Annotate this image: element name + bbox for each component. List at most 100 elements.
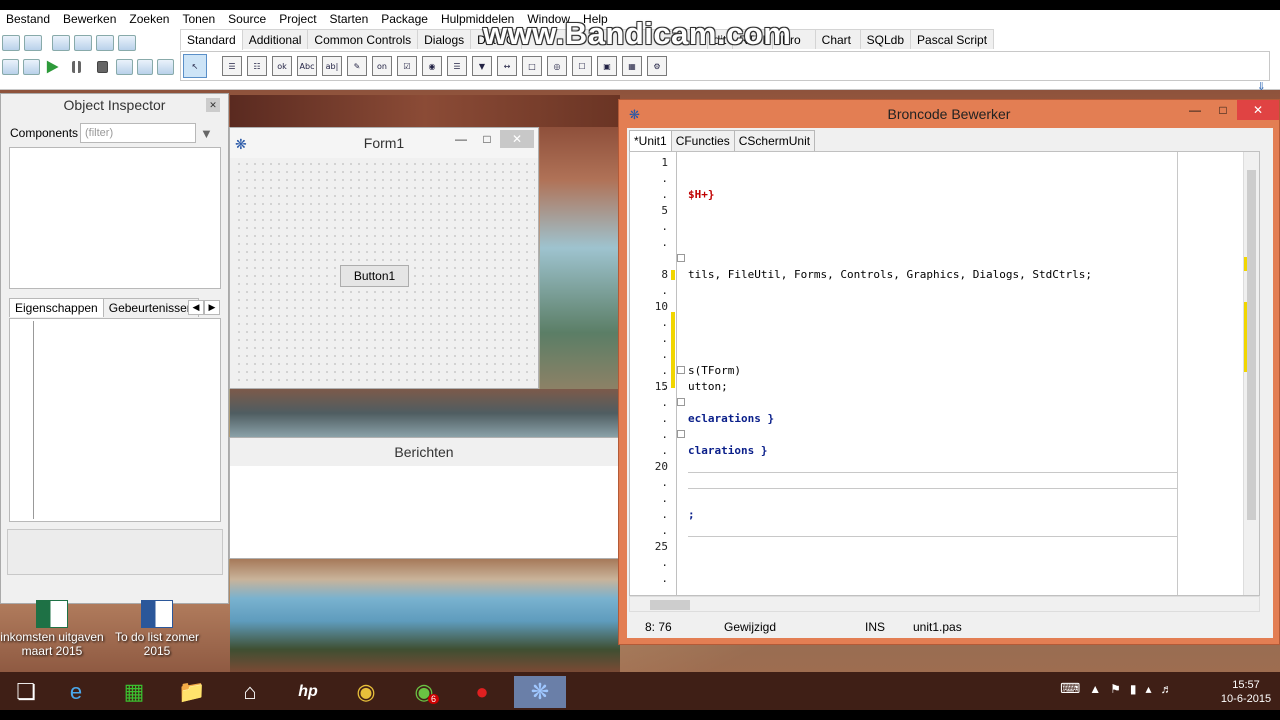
tab-cschermunit[interactable]: CSchermUnit bbox=[733, 130, 816, 151]
tgroupbox-icon[interactable]: □ bbox=[522, 56, 542, 76]
scrollbar-thumb[interactable] bbox=[650, 600, 690, 610]
battery-icon[interactable]: ▮ bbox=[1130, 682, 1137, 696]
close-icon[interactable]: ✕ bbox=[500, 130, 534, 148]
maximize-icon[interactable]: □ bbox=[1209, 100, 1237, 120]
run-icon[interactable] bbox=[46, 60, 59, 74]
code-editor[interactable]: 1 . . 5 . . 8 . 10 . . . . . 15 . . . . … bbox=[629, 151, 1260, 596]
new-unit-icon[interactable] bbox=[2, 35, 20, 51]
taskbar-clock[interactable]: 15:57 10-6-2015 bbox=[1216, 678, 1276, 706]
tab-cfuncties[interactable]: CFuncties bbox=[670, 130, 735, 151]
pause-icon[interactable] bbox=[72, 61, 82, 73]
tedit-icon[interactable]: ab| bbox=[322, 56, 342, 76]
menu-project[interactable]: Project bbox=[279, 12, 316, 26]
desktop-icon-excel[interactable]: inkomsten uitgaven maart 2015 bbox=[0, 600, 107, 658]
property-grid-divider[interactable] bbox=[33, 321, 34, 519]
tab-chart[interactable]: Chart bbox=[814, 29, 861, 49]
tactionlist-icon[interactable]: ⚙ bbox=[647, 56, 667, 76]
home-icon[interactable]: ⌂ bbox=[224, 676, 276, 708]
tab-standard[interactable]: Standard bbox=[180, 29, 243, 50]
form1-title-bar[interactable]: ❋ Form1 — □ ✕ bbox=[230, 128, 538, 158]
tradiogroup-icon[interactable]: ◎ bbox=[547, 56, 567, 76]
select-cursor-icon[interactable]: ↖ bbox=[183, 54, 207, 78]
chevron-left-icon[interactable]: ◀ bbox=[188, 300, 204, 315]
flag-icon[interactable]: ⚑ bbox=[1110, 682, 1121, 696]
step-into-icon[interactable] bbox=[115, 59, 133, 75]
editor-horizontal-scrollbar[interactable] bbox=[629, 596, 1260, 612]
keyboard-icon[interactable]: ⌨ bbox=[1060, 680, 1080, 697]
form1-window[interactable]: ❋ Form1 — □ ✕ Button1 bbox=[229, 127, 539, 389]
palette-scroll-down-icon[interactable]: ⇓ bbox=[1257, 80, 1266, 93]
tlistbox-icon[interactable]: ☰ bbox=[447, 56, 467, 76]
clear-filter-icon[interactable]: ▼ bbox=[200, 126, 213, 141]
windows-start-icon[interactable]: ❏ bbox=[0, 676, 52, 708]
tab-additional[interactable]: Additional bbox=[241, 29, 309, 49]
property-grid-scrollbar[interactable] bbox=[208, 321, 218, 519]
button1[interactable]: Button1 bbox=[340, 265, 409, 287]
fold-marker-icon[interactable] bbox=[677, 430, 685, 438]
chevron-up-icon[interactable]: ▲ bbox=[1089, 682, 1101, 696]
minimize-icon[interactable]: — bbox=[448, 130, 474, 148]
fold-marker-icon[interactable] bbox=[677, 398, 685, 406]
menu-tonen[interactable]: Tonen bbox=[182, 12, 215, 26]
menu-bewerken[interactable]: Bewerken bbox=[63, 12, 116, 26]
tab-gebeurtenissen[interactable]: Gebeurtenissen bbox=[102, 298, 200, 317]
tab-dialogs[interactable]: Dialogs bbox=[417, 29, 472, 49]
close-icon[interactable]: ✕ bbox=[1237, 100, 1279, 120]
maximize-icon[interactable]: □ bbox=[474, 130, 500, 148]
bandicam-record-icon[interactable]: ● bbox=[456, 676, 508, 708]
fold-marker-icon[interactable] bbox=[677, 254, 685, 262]
tab-unit1[interactable]: *Unit1 bbox=[629, 130, 672, 151]
volume-icon[interactable]: ♬ bbox=[1161, 682, 1173, 696]
form-designer-grid[interactable]: Button1 bbox=[233, 158, 535, 386]
view-forms-icon[interactable] bbox=[22, 59, 40, 75]
new-form-icon[interactable] bbox=[24, 35, 42, 51]
tframe-icon[interactable]: ▦ bbox=[622, 56, 642, 76]
component-tree[interactable] bbox=[9, 147, 221, 289]
file-explorer-icon[interactable]: 📁 bbox=[166, 676, 218, 708]
tcheckbox-icon[interactable]: ☑ bbox=[397, 56, 417, 76]
menu-package[interactable]: Package bbox=[381, 12, 428, 26]
tlabel-icon[interactable]: Abc bbox=[297, 56, 317, 76]
step-over-icon[interactable] bbox=[136, 59, 154, 75]
minimize-icon[interactable]: — bbox=[1181, 100, 1209, 120]
stop-icon[interactable] bbox=[97, 61, 108, 73]
scrollbar-thumb[interactable] bbox=[1247, 170, 1256, 520]
internet-explorer-icon[interactable]: e bbox=[50, 676, 102, 708]
ttogglebox-icon[interactable]: on bbox=[372, 56, 392, 76]
tscrollbar-icon[interactable]: ↔ bbox=[497, 56, 517, 76]
tab-eigenschappen[interactable]: Eigenschappen bbox=[9, 298, 104, 317]
tab-pascal-script[interactable]: Pascal Script bbox=[910, 29, 995, 49]
popup-menu-icon[interactable]: ☷ bbox=[247, 56, 267, 76]
close-icon[interactable]: ✕ bbox=[206, 98, 220, 112]
spotify-icon[interactable]: ◉ 6 bbox=[398, 676, 450, 708]
network-icon[interactable]: ▴ bbox=[1145, 682, 1151, 696]
editor-vertical-scrollbar[interactable] bbox=[1243, 152, 1259, 595]
lazarus-icon[interactable]: ❋ bbox=[514, 676, 566, 708]
toggle-form-unit-icon[interactable] bbox=[118, 35, 136, 51]
tab-sqldb[interactable]: SQLdb bbox=[859, 29, 912, 49]
save-all-icon[interactable] bbox=[96, 35, 114, 51]
tpanel-icon[interactable]: ▣ bbox=[597, 56, 617, 76]
chrome-icon[interactable]: ◉ bbox=[340, 676, 392, 708]
menu-zoeken[interactable]: Zoeken bbox=[129, 12, 169, 26]
fold-marker-icon[interactable] bbox=[677, 366, 685, 374]
tcheckgroup-icon[interactable]: ☐ bbox=[572, 56, 592, 76]
menu-bestand[interactable]: Bestand bbox=[6, 12, 50, 26]
tbutton-icon[interactable]: ok bbox=[272, 56, 292, 76]
menu-starten[interactable]: Starten bbox=[330, 12, 369, 26]
chevron-right-icon[interactable]: ▶ bbox=[204, 300, 220, 315]
step-out-icon[interactable] bbox=[157, 59, 175, 75]
property-grid[interactable] bbox=[9, 318, 221, 522]
tmemo-icon[interactable]: ✎ bbox=[347, 56, 367, 76]
source-editor-title-bar[interactable]: ❋ Broncode Bewerker — □ ✕ bbox=[619, 100, 1279, 128]
save-icon[interactable] bbox=[74, 35, 92, 51]
tcombobox-icon[interactable]: ▼ bbox=[472, 56, 492, 76]
store-icon[interactable]: ▦ bbox=[108, 676, 160, 708]
main-menu-icon[interactable]: ☰ bbox=[222, 56, 242, 76]
view-units-icon[interactable] bbox=[2, 59, 19, 75]
desktop-icon-word[interactable]: To do list zomer 2015 bbox=[102, 600, 212, 658]
component-filter-input[interactable]: (filter) bbox=[80, 123, 196, 143]
hp-icon[interactable]: hp bbox=[282, 676, 334, 708]
tradiobutton-icon[interactable]: ◉ bbox=[422, 56, 442, 76]
menu-source[interactable]: Source bbox=[228, 12, 266, 26]
